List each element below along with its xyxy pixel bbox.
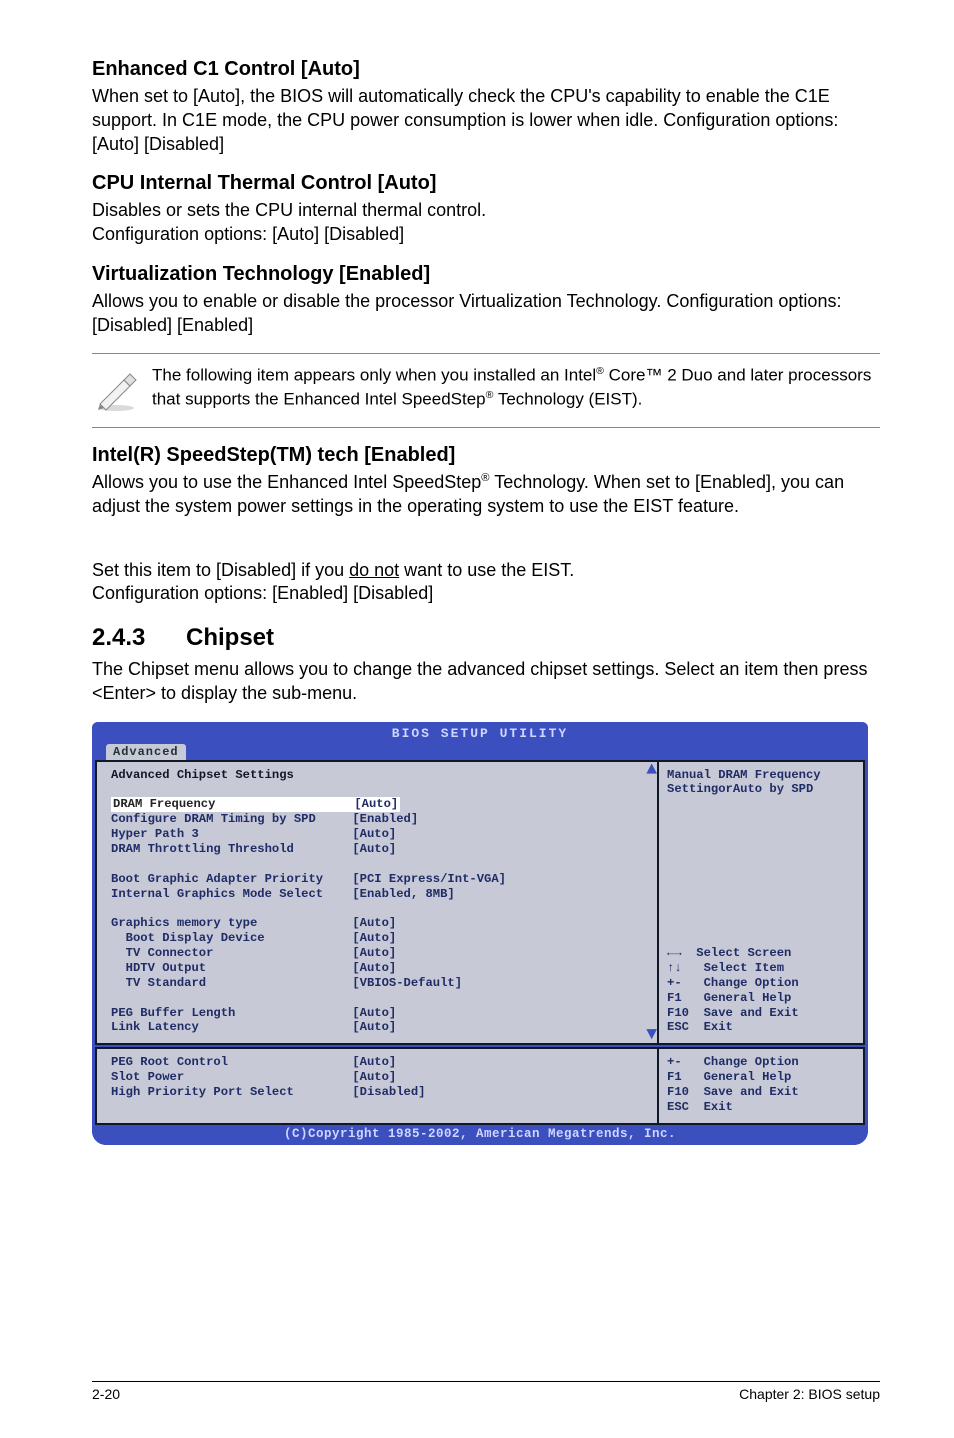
scroll-up-icon: ▲: [646, 760, 657, 780]
bios-left-pane-2: PEG Root Control [Auto]Slot Power [Auto]…: [95, 1047, 657, 1125]
bios-setting-row: DRAM Frequency [Auto]: [111, 797, 643, 812]
scroll-down-icon: ▼: [646, 1025, 657, 1045]
bios-right-pane: Manual DRAM Frequency SettingorAuto by S…: [657, 760, 865, 1046]
bios-copyright: (C)Copyright 1985-2002, American Megatre…: [92, 1125, 868, 1145]
bios-nav-keys-top: ←→ Select Screen ↑↓ Select Item +- Chang…: [667, 946, 855, 1035]
bios-setting-row: Hyper Path 3 [Auto]: [111, 827, 643, 842]
bios-setting-row: DRAM Throttling Threshold [Auto]: [111, 842, 643, 857]
bios-setting-row: Graphics memory type [Auto]: [111, 916, 643, 931]
bios-setting-row: Link Latency [Auto]: [111, 1020, 643, 1035]
bios-setting-row: Boot Graphic Adapter Priority [PCI Expre…: [111, 872, 643, 887]
note-text: The following item appears only when you…: [152, 364, 876, 411]
chapter-title: Chapter 2: BIOS setup: [739, 1386, 880, 1402]
page-number: 2-20: [92, 1386, 120, 1402]
para-speedstep-2: Set this item to [Disabled] if you do no…: [92, 535, 880, 606]
bios-setting-row: HDTV Output [Auto]: [111, 961, 643, 976]
heading-chipset: 2.4.3Chipset: [92, 624, 880, 652]
bios-nav-keys-bottom: +- Change Option F1 General Help F10 Sav…: [667, 1055, 855, 1115]
heading-virtualization: Virtualization Technology [Enabled]: [92, 263, 880, 286]
heading-enhanced-c1: Enhanced C1 Control [Auto]: [92, 58, 880, 81]
bios-setting-row: Slot Power [Auto]: [111, 1070, 643, 1085]
para-speedstep-1: Allows you to use the Enhanced Intel Spe…: [92, 471, 880, 519]
bios-setting-row: PEG Root Control [Auto]: [111, 1055, 643, 1070]
bios-setting-row: TV Standard [VBIOS-Default]: [111, 976, 643, 991]
bios-screenshot: BIOS SETUP UTILITY Advanced ▲ Advanced C…: [92, 722, 868, 1145]
heading-speedstep: Intel(R) SpeedStep(TM) tech [Enabled]: [92, 444, 880, 467]
bios-setting-row: High Priority Port Select [Disabled]: [111, 1085, 643, 1100]
para-enhanced-c1: When set to [Auto], the BIOS will automa…: [92, 85, 880, 156]
bios-help-text: Manual DRAM Frequency SettingorAuto by S…: [667, 768, 855, 798]
para-cpu-thermal: Disables or sets the CPU internal therma…: [92, 199, 880, 247]
bios-setting-row: Configure DRAM Timing by SPD [Enabled]: [111, 812, 643, 827]
bios-title: BIOS SETUP UTILITY: [92, 722, 868, 741]
bios-setting-row: [111, 901, 643, 916]
pencil-icon: [92, 364, 152, 417]
para-chipset: The Chipset menu allows you to change th…: [92, 658, 880, 706]
bios-setting-row: PEG Buffer Length [Auto]: [111, 1006, 643, 1021]
page-footer: 2-20 Chapter 2: BIOS setup: [92, 1381, 880, 1402]
bios-right-pane-2: +- Change Option F1 General Help F10 Sav…: [657, 1047, 865, 1125]
heading-cpu-thermal: CPU Internal Thermal Control [Auto]: [92, 172, 880, 195]
bios-setting-row: TV Connector [Auto]: [111, 946, 643, 961]
bios-setting-row: Internal Graphics Mode Select [Enabled, …: [111, 887, 643, 902]
bios-heading: Advanced Chipset Settings: [111, 768, 643, 783]
bios-left-pane: ▲ Advanced Chipset Settings DRAM Frequen…: [95, 760, 657, 1046]
bios-setting-row: [111, 991, 643, 1006]
bios-setting-row: Boot Display Device [Auto]: [111, 931, 643, 946]
bios-tab-advanced: Advanced: [106, 744, 186, 760]
note-box: The following item appears only when you…: [92, 353, 880, 428]
bios-setting-row: [111, 857, 643, 872]
para-virtualization: Allows you to enable or disable the proc…: [92, 290, 880, 338]
